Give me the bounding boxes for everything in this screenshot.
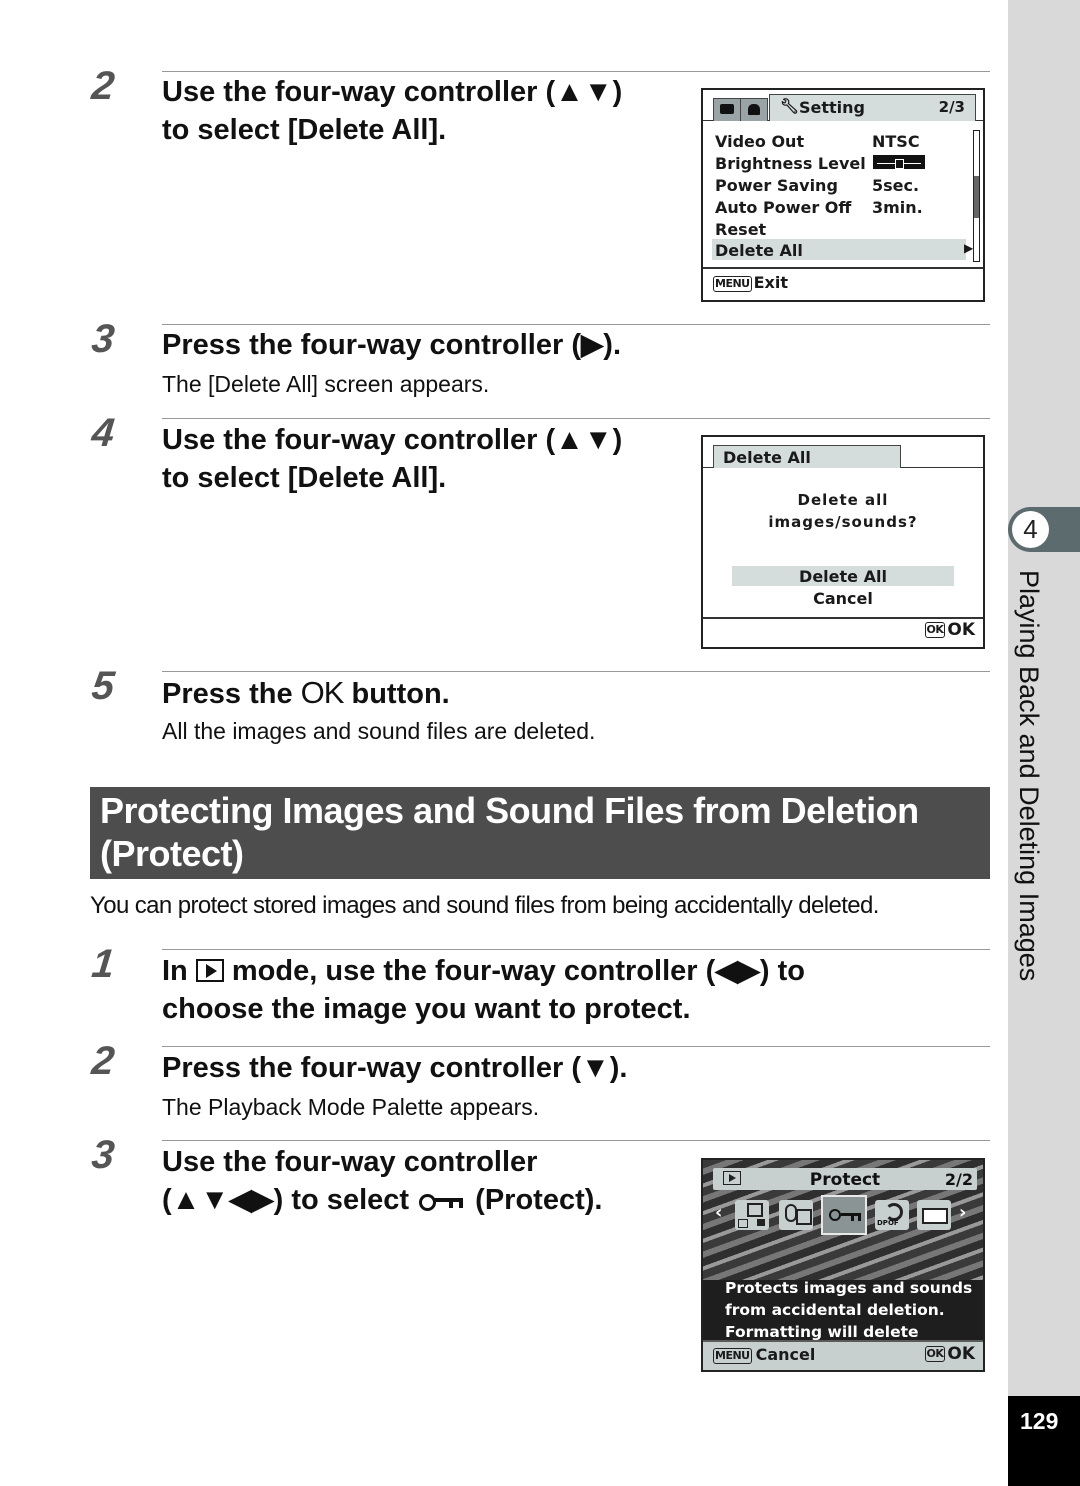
- menu-item[interactable]: Reset: [715, 220, 766, 239]
- step-divider: [162, 1140, 990, 1141]
- step-heading-line: (▲▼◀▶) to select (Protect).: [162, 1184, 603, 1216]
- menu-item[interactable]: Video Out: [715, 132, 804, 151]
- camera-tab: [713, 98, 741, 121]
- pentax-frame-icon[interactable]: [917, 1200, 951, 1230]
- protect-key-icon: [829, 1209, 841, 1221]
- step-description: All the images and sound files are delet…: [162, 718, 596, 744]
- description-line: from accidental deletion.: [725, 1301, 945, 1319]
- ok-button-glyph: OK: [300, 675, 345, 710]
- menu-item-selected[interactable]: Delete All: [715, 241, 803, 260]
- step-number: 2: [89, 1039, 116, 1083]
- camera-icon: [720, 104, 734, 114]
- step-heading-line: to select [Delete All].: [162, 462, 447, 494]
- step-divider: [162, 324, 990, 325]
- step-divider: [162, 71, 990, 72]
- scrollbar[interactable]: [973, 130, 980, 262]
- cancel-option[interactable]: Cancel: [703, 589, 983, 608]
- step-number: 4: [89, 411, 116, 455]
- menu-item[interactable]: Brightness Level: [715, 154, 866, 173]
- menu-value: NTSC: [872, 132, 920, 151]
- page-number: 129: [1020, 1408, 1059, 1434]
- scrollbar-thumb[interactable]: [974, 176, 979, 218]
- dpof-icon[interactable]: DPOF: [875, 1200, 909, 1230]
- step-heading-line: Use the four-way controller (▲▼): [162, 424, 623, 456]
- brightness-slider-icon: [873, 155, 925, 169]
- setting-screen: 🔧︎ Setting 2/3 Video Out NTSC Brightness…: [701, 88, 985, 302]
- confirm-message: Delete all: [797, 491, 889, 509]
- chevron-right-icon[interactable]: ›: [959, 1202, 966, 1223]
- chapter-number: 4: [1012, 511, 1049, 548]
- playback-mode-icon: [195, 959, 224, 982]
- protect-option-selected[interactable]: [821, 1195, 867, 1235]
- delete-all-tab: Delete All: [713, 445, 901, 468]
- step-heading: Press the OK button.: [162, 675, 450, 710]
- step-number: 3: [89, 1133, 116, 1177]
- step-heading-line: Use the four-way controller: [162, 1146, 538, 1178]
- menu-value: 3min.: [872, 198, 923, 217]
- cancel-button[interactable]: MENU Cancel: [713, 1345, 815, 1364]
- step-heading-line: In mode, use the four-way controller (◀▶…: [162, 955, 805, 987]
- movie-camera-icon: [748, 104, 760, 115]
- protect-key-icon: [417, 1190, 467, 1211]
- chapter-title: Playing Back and Deleting Images: [1014, 570, 1044, 982]
- confirm-message: images/sounds?: [768, 513, 918, 531]
- exit-button[interactable]: MENU Exit: [713, 273, 788, 292]
- step-heading-line: Use the four-way controller (▲▼): [162, 76, 623, 108]
- step-heading: Press the four-way controller (▶).: [162, 329, 622, 361]
- step-heading-line: choose the image you want to protect.: [162, 993, 691, 1025]
- movie-tab: [740, 98, 768, 121]
- step-divider: [162, 671, 990, 672]
- step-heading: In mode, use the four-way controller (◀▶…: [162, 952, 805, 1028]
- step-description: The [Delete All] screen appears.: [162, 371, 490, 397]
- section-title: Protecting Images and Sound Files from D…: [100, 790, 919, 874]
- step-number: 1: [89, 942, 116, 986]
- palette-header: Protect 2/2: [713, 1168, 977, 1190]
- menu-value: 5sec.: [872, 176, 920, 195]
- menu-item[interactable]: Power Saving: [715, 176, 838, 195]
- step-number: 3: [89, 317, 116, 361]
- section-intro: You can protect stored images and sound …: [90, 892, 879, 919]
- step-heading-line: to select [Delete All].: [162, 114, 447, 146]
- wrench-icon: 🔧︎: [780, 97, 800, 115]
- step-divider: [162, 949, 990, 950]
- ok-button[interactable]: OK OK: [924, 620, 975, 640]
- delete-all-screen: Delete All Delete all images/sounds? Del…: [701, 435, 985, 649]
- step-heading: Use the four-way controller (▲▼) to sele…: [162, 73, 622, 149]
- description-line: Protects images and sounds: [725, 1279, 973, 1297]
- menu-key-icon: MENU: [713, 275, 752, 292]
- step-heading: Use the four-way controller (▲▼) to sele…: [162, 421, 622, 497]
- step-divider: [162, 418, 990, 419]
- step-divider: [162, 1046, 990, 1047]
- voice-memo-icon[interactable]: [779, 1200, 813, 1230]
- chevron-left-icon[interactable]: ‹: [715, 1202, 722, 1223]
- ok-key-icon: OK: [924, 1346, 946, 1362]
- step-heading: Use the four-way controller (▲▼◀▶) to se…: [162, 1143, 602, 1219]
- description-line: Formatting will delete: [725, 1323, 919, 1341]
- ok-button[interactable]: OK OK: [924, 1344, 975, 1364]
- delete-all-option[interactable]: Delete All: [703, 567, 983, 586]
- resize-copy-icon[interactable]: [735, 1200, 769, 1230]
- menu-item[interactable]: Auto Power Off: [715, 198, 851, 217]
- step-number: 5: [89, 664, 116, 708]
- setting-tab: 🔧︎ Setting 2/3: [769, 94, 976, 121]
- protect-screen: Protect 2/2 ‹ › DPOF Protects images and…: [701, 1158, 985, 1372]
- ok-key-icon: OK: [924, 622, 946, 638]
- step-heading: Press the four-way controller (▼).: [162, 1052, 628, 1084]
- step-description: The Playback Mode Palette appears.: [162, 1094, 540, 1120]
- step-number: 2: [89, 64, 116, 108]
- menu-key-icon: MENU: [713, 1347, 752, 1364]
- chevron-right-icon: ▶: [964, 241, 974, 255]
